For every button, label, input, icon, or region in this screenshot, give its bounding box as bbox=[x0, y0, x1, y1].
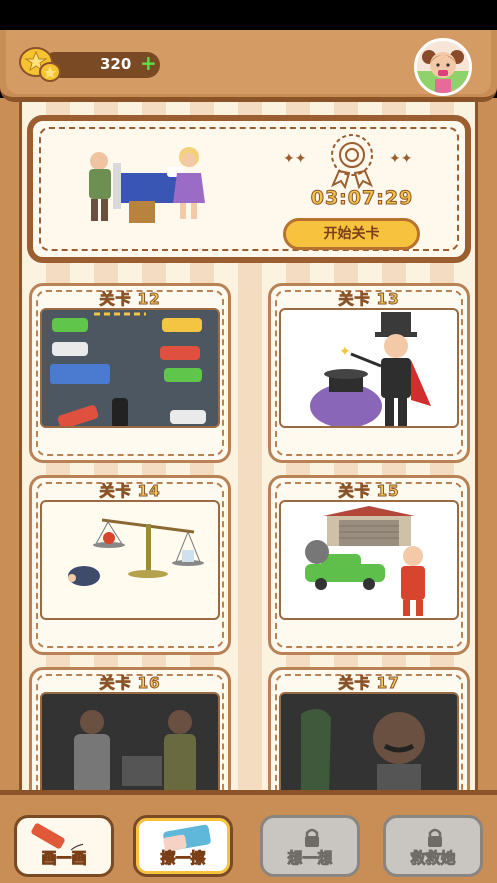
level-title: 关卡 12 bbox=[99, 290, 161, 309]
bedroom-scene-illustration bbox=[89, 147, 205, 223]
level-card-12[interactable]: 关卡 12 bbox=[29, 283, 231, 463]
status-bar bbox=[0, 0, 497, 30]
svg-text:✦✦: ✦✦ bbox=[283, 151, 307, 167]
tool-erase-button[interactable]: 擦一擦 bbox=[133, 815, 233, 877]
game-screen: 320 + ✦✦ ✦✦ 03:07:29 开始关卡 关卡 12 关卡 13 ✦ … bbox=[0, 0, 497, 883]
start-level-button[interactable]: 开始关卡 bbox=[283, 218, 420, 250]
lock-icon bbox=[305, 828, 319, 847]
tool-think-button[interactable]: 想一想 bbox=[260, 815, 360, 877]
tool-label: 画一画 bbox=[41, 849, 87, 868]
level-title: 关卡 13 bbox=[338, 290, 400, 309]
svg-text:✦: ✦ bbox=[339, 344, 351, 360]
tool-rescue-button[interactable]: 救救她 bbox=[383, 815, 483, 877]
tool-label: 救救她 bbox=[410, 849, 456, 868]
level-card-13[interactable]: 关卡 13 ✦ bbox=[268, 283, 470, 463]
player-avatar[interactable] bbox=[414, 38, 472, 96]
level-card-16[interactable]: 关卡 16 bbox=[29, 667, 231, 807]
daily-challenge-banner: ✦✦ ✦✦ 03:07:29 开始关卡 bbox=[27, 115, 471, 263]
top-bar-panel: 320 + bbox=[6, 30, 491, 96]
level-thumbnail bbox=[40, 308, 220, 428]
level-thumbnail bbox=[40, 500, 220, 620]
magician-illustration: ✦ bbox=[310, 312, 431, 426]
level-thumbnail bbox=[279, 500, 459, 620]
tool-label: 想一想 bbox=[287, 849, 333, 868]
badge-icon: ✦✦ ✦✦ bbox=[283, 134, 413, 189]
level-title: 关卡 15 bbox=[338, 482, 400, 501]
tool-draw-button[interactable]: 画一画 bbox=[14, 815, 114, 877]
countdown-timer: 03:07:29 bbox=[310, 187, 414, 210]
mustache-man-illustration bbox=[281, 694, 457, 800]
top-bar: 320 + bbox=[0, 30, 497, 102]
left-wood-frame bbox=[0, 98, 22, 798]
lock-icon bbox=[428, 828, 442, 847]
coin-count: 320 bbox=[100, 55, 132, 73]
level-card-14[interactable]: 关卡 14 bbox=[29, 475, 231, 655]
right-wood-frame bbox=[475, 98, 497, 798]
level-thumbnail: ✦ bbox=[279, 308, 459, 428]
tool-bar: 画一画 擦一擦 想一想 救救她 bbox=[0, 790, 497, 883]
chef-scene-illustration bbox=[42, 694, 218, 800]
level-thumbnail-locked bbox=[40, 692, 220, 802]
level-card-17[interactable]: 关卡 17 bbox=[268, 667, 470, 807]
svg-text:✦✦: ✦✦ bbox=[389, 151, 413, 167]
girl-avatar-icon bbox=[417, 50, 469, 93]
add-coins-icon[interactable]: + bbox=[140, 51, 157, 75]
level-thumbnail-locked bbox=[279, 692, 459, 802]
level-title: 关卡 14 bbox=[99, 482, 161, 501]
garage-car-illustration bbox=[305, 506, 425, 616]
parking-lot-illustration bbox=[42, 310, 218, 426]
level-card-15[interactable]: 关卡 15 bbox=[268, 475, 470, 655]
level-title: 关卡 17 bbox=[338, 674, 400, 693]
coin-stack-icon bbox=[19, 47, 61, 82]
tool-label: 擦一擦 bbox=[160, 849, 206, 868]
balance-scale-illustration bbox=[68, 518, 204, 586]
level-title: 关卡 16 bbox=[99, 674, 161, 693]
